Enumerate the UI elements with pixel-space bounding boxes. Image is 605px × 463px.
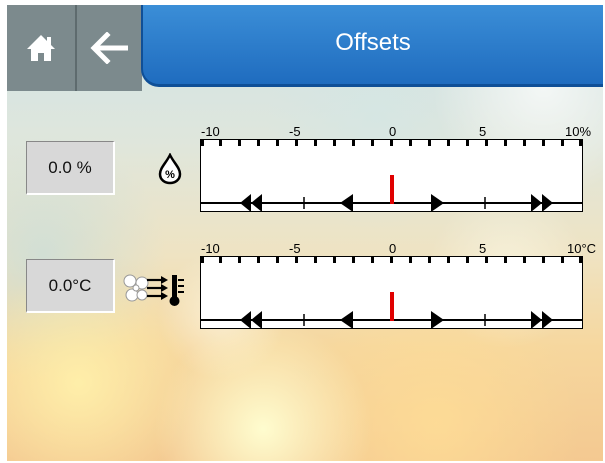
home-icon [27,35,55,61]
temperature-offset-value-text: 0.0°C [48,275,92,295]
humidity-offset-scale: -10 -5 0 5 10% [197,125,599,220]
humidity-offset-value[interactable]: 0.0 % [26,141,115,195]
back-arrow-icon [89,32,128,64]
scale-label-0: 0 [389,241,397,256]
header: Offsets [7,5,603,91]
scale-label-5: 5 [479,241,487,256]
page-title: Offsets [335,28,411,56]
scale-label-0: 0 [389,124,397,139]
temperature-offset-value[interactable]: 0.0°C [26,259,115,313]
scale-label-minus10: -10 [201,124,220,139]
fast-decrease-icon [240,311,262,329]
scale-label-minus5: -5 [289,124,301,139]
decrease-icon [340,194,353,212]
temperature-offset-scale: -10 -5 0 5 10°C [197,242,603,337]
humidity-drop-icon: % [158,153,182,185]
humidity-slider[interactable] [200,139,583,212]
offset-marker[interactable] [390,292,394,321]
humidity-slider-graphics [201,140,582,212]
offset-marker[interactable] [390,175,394,204]
home-button[interactable] [7,5,75,91]
scale-label-5: 5 [479,124,487,139]
title-bar: Offsets [141,5,603,87]
decrease-icon [340,311,353,329]
fast-increase-icon [531,311,553,329]
back-button[interactable] [77,5,142,91]
tick-marks [201,140,582,146]
humidity-offset-value-text: 0.0 % [48,157,92,177]
scale-label-minus10: -10 [201,241,220,256]
tick-marks [201,257,582,263]
svg-text:%: % [165,169,175,181]
fast-decrease-icon [240,194,262,212]
fast-increase-icon [531,194,553,212]
scale-label-minus5: -5 [289,241,301,256]
temperature-slider[interactable] [200,256,583,329]
scale-label-10: 10°C [567,241,597,256]
temperature-slider-graphics [201,257,582,329]
increase-icon [431,311,444,329]
scale-label-10: 10% [565,124,592,139]
fan-temperature-icon [123,274,184,306]
offsets-screen: Offsets 0.0 % % -10 -5 0 5 10% 0.0°C -10… [7,5,603,461]
increase-icon [431,194,444,212]
